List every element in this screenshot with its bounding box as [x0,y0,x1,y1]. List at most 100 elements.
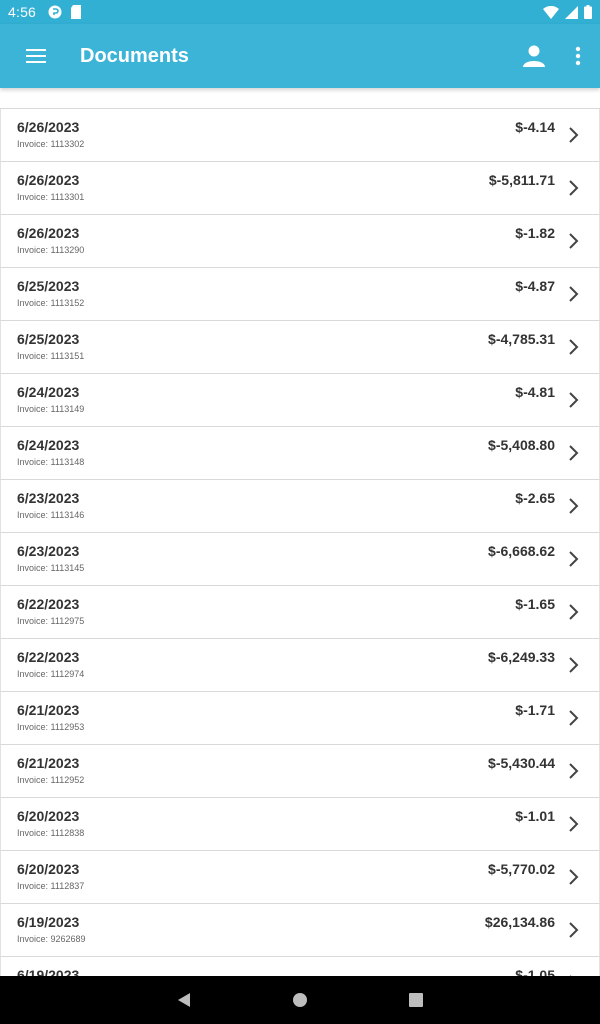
document-amount: $-1.01 [515,808,555,824]
documents-list[interactable]: 6/26/2023 Invoice: 1113302 $-4.14 6/26/2023… [0,108,600,976]
document-amount: $-4.14 [515,119,555,135]
document-amount: $-2.65 [515,490,555,506]
invoice-number: Invoice: 9262689 [17,934,86,944]
recents-icon[interactable] [408,992,424,1008]
page-title: Documents [80,44,189,67]
document-date: 6/20/2023 [17,808,80,824]
document-row[interactable]: 6/25/2023 Invoice: 1113151 $-4,785.31 [0,321,600,374]
invoice-number: Invoice: 1113146 [17,510,85,520]
document-date: 6/22/2023 [17,649,80,665]
chevron-right-icon [569,551,579,567]
document-date: 6/24/2023 [17,384,80,400]
document-amount: $-4.87 [515,278,555,294]
document-row[interactable]: 6/19/2023 $-1.05 [0,957,600,976]
chevron-right-icon [569,710,579,726]
invoice-number: Invoice: 1113152 [17,298,85,308]
invoice-number: Invoice: 1113148 [17,457,85,467]
invoice-number: Invoice: 1112975 [17,616,85,626]
chevron-right-icon [569,869,579,885]
chevron-right-icon [569,763,579,779]
person-icon [523,45,545,67]
invoice-number: Invoice: 1113151 [17,351,85,361]
hamburger-menu-icon [26,49,46,63]
document-amount: $-6,249.33 [488,649,555,665]
battery-icon [584,5,592,19]
home-icon[interactable] [292,992,308,1008]
more-options-button[interactable] [556,24,600,88]
wifi-icon [543,5,559,19]
document-amount: $-5,811.71 [488,172,555,188]
document-amount: $-4,785.31 [488,331,555,347]
document-row[interactable]: 6/24/2023 Invoice: 1113149 $-4.81 [0,374,600,427]
document-amount: $-5,408.80 [488,437,555,453]
document-date: 6/19/2023 [17,967,80,976]
document-date: 6/26/2023 [17,172,80,188]
status-time: 4:56 [8,4,37,20]
invoice-number: Invoice: 1113149 [17,404,85,414]
document-date: 6/23/2023 [17,490,80,506]
app-bar: Documents [0,24,600,88]
invoice-number: Invoice: 1112952 [17,775,85,785]
notification-app-icon [48,5,62,19]
invoice-number: Invoice: 1113302 [17,139,85,149]
document-row[interactable]: 6/20/2023 Invoice: 1112837 $-5,770.02 [0,851,600,904]
document-date: 6/22/2023 [17,596,80,612]
document-amount: $-5,430.44 [488,755,555,771]
invoice-number: Invoice: 1112837 [17,881,85,891]
chevron-right-icon [569,180,579,196]
document-amount: $-1.71 [515,702,555,718]
invoice-number: Invoice: 1112838 [17,828,85,838]
document-row[interactable]: 6/26/2023 Invoice: 1113290 $-1.82 [0,215,600,268]
more-vert-icon [575,46,581,66]
chevron-right-icon [569,392,579,408]
back-icon[interactable] [176,992,192,1008]
document-date: 6/26/2023 [17,119,80,135]
document-date: 6/19/2023 [17,914,80,930]
document-row[interactable]: 6/25/2023 Invoice: 1113152 $-4.87 [0,268,600,321]
chevron-right-icon [569,816,579,832]
document-amount: $-6,668.62 [488,543,555,559]
document-amount: $-1.05 [515,967,555,976]
chevron-right-icon [569,286,579,302]
cell-signal-icon [565,5,578,19]
chevron-right-icon [569,657,579,673]
document-amount: $-1.65 [515,596,555,612]
invoice-number: Invoice: 1112974 [17,669,85,679]
document-date: 6/21/2023 [17,755,80,771]
document-amount: $-1.82 [515,225,555,241]
invoice-number: Invoice: 1113290 [17,245,85,255]
chevron-right-icon [569,233,579,249]
document-date: 6/26/2023 [17,225,80,241]
document-date: 6/20/2023 [17,861,80,877]
chevron-right-icon [569,498,579,514]
sd-card-icon [71,5,82,19]
status-bar: 4:56 [0,0,600,24]
document-row[interactable]: 6/23/2023 Invoice: 1113146 $-2.65 [0,480,600,533]
document-amount: $-5,770.02 [488,861,555,877]
account-button[interactable] [512,24,556,88]
document-row[interactable]: 6/26/2023 Invoice: 1113301 $-5,811.71 [0,162,600,215]
document-row[interactable]: 6/19/2023 Invoice: 9262689 $26,134.86 [0,904,600,957]
document-date: 6/24/2023 [17,437,80,453]
chevron-right-icon [569,445,579,461]
document-row[interactable]: 6/23/2023 Invoice: 1113145 $-6,668.62 [0,533,600,586]
chevron-right-icon [569,127,579,143]
document-date: 6/21/2023 [17,702,80,718]
document-row[interactable]: 6/20/2023 Invoice: 1112838 $-1.01 [0,798,600,851]
document-row[interactable]: 6/26/2023 Invoice: 1113302 $-4.14 [0,109,600,162]
invoice-number: Invoice: 1113145 [17,563,85,573]
document-amount: $-4.81 [515,384,555,400]
document-row[interactable]: 6/24/2023 Invoice: 1113148 $-5,408.80 [0,427,600,480]
document-row[interactable]: 6/21/2023 Invoice: 1112952 $-5,430.44 [0,745,600,798]
document-row[interactable]: 6/22/2023 Invoice: 1112975 $-1.65 [0,586,600,639]
document-row[interactable]: 6/22/2023 Invoice: 1112974 $-6,249.33 [0,639,600,692]
invoice-number: Invoice: 1112953 [17,722,85,732]
chevron-right-icon [569,339,579,355]
document-row[interactable]: 6/21/2023 Invoice: 1112953 $-1.71 [0,692,600,745]
chevron-right-icon [569,604,579,620]
document-date: 6/25/2023 [17,278,80,294]
system-nav-bar [0,976,600,1024]
document-date: 6/23/2023 [17,543,80,559]
document-amount: $26,134.86 [484,914,555,930]
menu-button[interactable] [0,24,72,88]
